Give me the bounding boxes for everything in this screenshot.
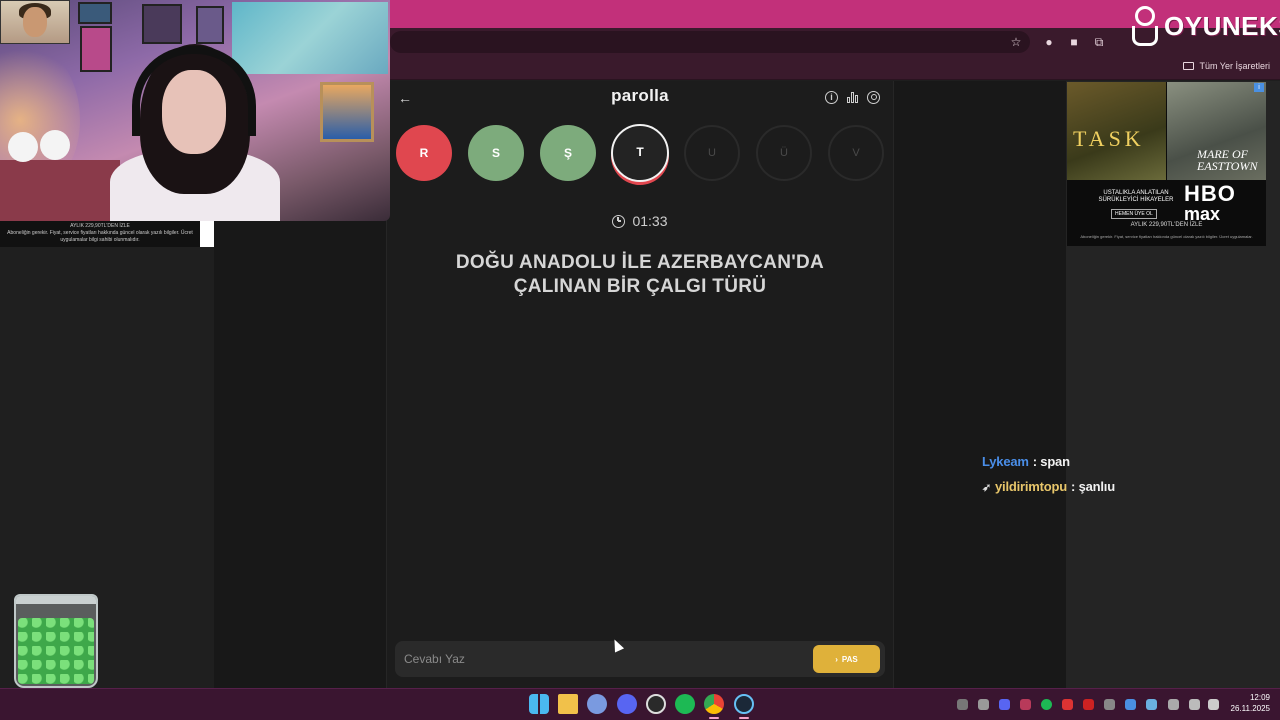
plush-toy <box>40 130 70 160</box>
chevron-right-icon: › <box>835 654 838 664</box>
pass-label: PAS <box>841 654 858 664</box>
tray-icon[interactable] <box>1083 699 1094 710</box>
oyuneks-logo: OYUNEKS <box>1128 2 1280 50</box>
stats-icon[interactable] <box>846 91 859 104</box>
active-indicator <box>709 717 719 719</box>
question-text: DOĞU ANADOLU İLE AZERBAYCAN'DA ÇALINAN B… <box>386 251 894 299</box>
letter-circle: V <box>828 125 884 181</box>
timer-value: 01:33 <box>632 213 668 229</box>
hbo-max-ad[interactable]: TASK MARE OF EASTTOWN USTALIKLA ANLATILA… <box>1067 82 1266 246</box>
folder-icon <box>1183 62 1195 70</box>
question-line: ÇALINAN BİR ÇALGI TÜRÜ <box>513 276 767 297</box>
letter-label: S <box>491 146 500 160</box>
all-bookmarks-label: Tüm Yer İşaretleri <box>1199 61 1270 71</box>
system-clock[interactable]: 12:09 26.11.2025 <box>1226 692 1270 714</box>
profile-icon[interactable] <box>867 91 880 104</box>
letter-label: R <box>419 146 429 160</box>
chat-username: yildirimtopu <box>995 479 1068 494</box>
letter-circle: R <box>396 125 452 181</box>
tray-icon[interactable] <box>1104 699 1115 710</box>
game-title: parolla <box>611 86 669 105</box>
letter-circle: U <box>684 125 740 181</box>
address-bar[interactable] <box>390 31 1030 53</box>
answer-input[interactable] <box>404 649 804 669</box>
logo-text: OYUNEKS <box>1164 10 1280 41</box>
letter-label: Ş <box>563 146 572 160</box>
chat-username: Lykeam <box>982 454 1029 469</box>
app-icon[interactable] <box>587 694 607 714</box>
tray-icon[interactable] <box>1020 699 1031 710</box>
tray-icon[interactable] <box>957 699 968 710</box>
poster <box>142 4 182 44</box>
volume-icon[interactable] <box>1208 699 1219 710</box>
clock-date: 26.11.2025 <box>1230 704 1270 713</box>
steam-icon[interactable] <box>734 694 754 714</box>
puzzle-extensions-icon[interactable]: ⧉ <box>1091 34 1107 50</box>
picture-frame <box>320 82 374 142</box>
poster <box>196 6 224 44</box>
tray-icon[interactable] <box>978 699 989 710</box>
ad-brand-1: HBO <box>1184 181 1236 206</box>
ad-fine-print: Aboneliğin gerekir. Fiyat, service fiyat… <box>1080 234 1253 239</box>
discord-tray-icon[interactable] <box>999 699 1010 710</box>
spotify-tray-icon[interactable] <box>1041 699 1052 710</box>
timer: 01:33 <box>386 213 894 229</box>
jar-overlay <box>14 594 98 688</box>
rocket-icon: ➶ <box>982 482 992 494</box>
logo-mark <box>1128 4 1162 48</box>
tray-icon[interactable] <box>1062 699 1073 710</box>
bookmark-star-icon[interactable]: ☆ <box>1008 34 1024 50</box>
extension-icon-2[interactable]: ■ <box>1066 34 1082 50</box>
obs-icon[interactable] <box>646 694 666 714</box>
letter-label: Ü <box>780 147 788 159</box>
chat-text: : şanlıu <box>1071 479 1115 494</box>
all-bookmarks-button[interactable]: Tüm Yer İşaretleri <box>1183 61 1270 71</box>
plush-toy <box>8 132 38 162</box>
active-indicator <box>739 717 749 719</box>
letter-circle: Ş <box>540 125 596 181</box>
ad-tagline: USTALIKLA ANLATILAN SÜRÜKLEYİCİ HİKAYELE… <box>1098 190 1174 203</box>
chat-message: ➶ yildirimtopu: şanlıu <box>982 479 1115 494</box>
discord-icon[interactable] <box>617 694 637 714</box>
painting <box>232 2 388 74</box>
info-icon[interactable]: i <box>825 91 838 104</box>
webcam-pip <box>0 0 70 44</box>
chat-text: : span <box>1032 454 1070 469</box>
ad-signup-button[interactable]: HEMEN ÜYE OL <box>1111 209 1157 219</box>
poster <box>78 2 112 24</box>
clock-icon <box>612 214 626 228</box>
ad-strip-fine: Aboneliğin gerekir. Fiyat, service fiyat… <box>7 230 193 243</box>
windows-start-icon[interactable] <box>529 694 549 714</box>
webcam-overlay <box>0 0 390 221</box>
tray-icon[interactable] <box>1125 699 1136 710</box>
microphone-icon[interactable] <box>1168 699 1179 710</box>
letter-circle: S <box>468 125 524 181</box>
chrome-icon[interactable] <box>704 694 724 714</box>
letter-circle-active: T <box>611 124 669 182</box>
ad-title-2: MARE OF EASTTOWN <box>1197 147 1258 173</box>
letter-circle: Ü <box>756 125 812 181</box>
letter-label: T <box>636 145 644 159</box>
spotify-icon[interactable] <box>675 694 695 714</box>
file-explorer-icon[interactable] <box>558 694 578 714</box>
chat-message: Lykeam: span <box>982 454 1070 469</box>
poster <box>80 26 112 72</box>
extension-icon[interactable]: ● <box>1041 34 1057 50</box>
ad-strip-label: AYLIK 229,90TL'DEN İZLE <box>70 223 130 229</box>
webcam-ad-strip: AYLIK 229,90TL'DEN İZLE Aboneliğin gerek… <box>0 221 200 247</box>
network-icon[interactable] <box>1189 699 1200 710</box>
clock-time: 12:09 <box>1249 693 1270 702</box>
ad-price: AYLIK 229,90TL'DEN İZLE <box>1130 222 1203 228</box>
letter-label: U <box>708 147 716 159</box>
ad-info-icon[interactable]: i <box>1254 83 1264 92</box>
ad-title-1: TASK <box>1073 126 1145 151</box>
question-line: DOĞU ANADOLU İLE AZERBAYCAN'DA <box>455 252 825 273</box>
letter-label: V <box>852 147 860 159</box>
tray-icon[interactable] <box>1146 699 1157 710</box>
pass-button[interactable]: › PAS <box>813 645 880 673</box>
